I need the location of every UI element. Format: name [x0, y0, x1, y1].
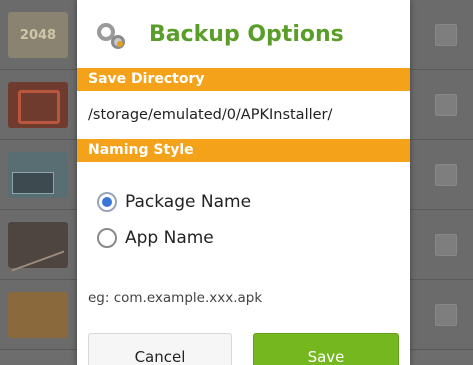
bg-checkbox — [435, 24, 457, 46]
dialog-header: Backup Options — [77, 0, 410, 68]
naming-style-header: Naming Style — [77, 139, 410, 162]
radio-label: Package Name — [125, 192, 252, 212]
save-directory-header: Save Directory — [77, 68, 410, 91]
cancel-button[interactable]: Cancel — [88, 333, 232, 365]
radio-option-package-name[interactable]: Package Name — [97, 184, 410, 220]
naming-example-text: eg: com.example.xxx.apk — [88, 290, 263, 306]
app-thumbnail-package — [8, 292, 68, 338]
radio-option-app-name[interactable]: App Name — [97, 220, 410, 256]
bg-checkbox — [435, 234, 457, 256]
bg-checkbox — [435, 304, 457, 326]
save-button[interactable]: Save — [253, 333, 399, 365]
app-thumbnail-cast — [8, 82, 68, 128]
app-thumbnail-2048: 2048 — [8, 12, 68, 58]
bg-checkbox — [435, 164, 457, 186]
radio-button-selected[interactable] — [97, 192, 117, 212]
dialog-title: Backup Options — [149, 21, 344, 47]
naming-style-radio-group: Package Name App Name — [77, 162, 410, 256]
bg-checkbox — [435, 94, 457, 116]
backup-options-dialog: Backup Options Save Directory /storage/e… — [77, 0, 410, 365]
save-directory-path[interactable]: /storage/emulated/0/APKInstaller/ — [77, 91, 410, 139]
wrench-gear-icon — [95, 17, 129, 51]
app-thumbnail-keyboard — [8, 152, 68, 198]
app-thumbnail-wave — [8, 222, 68, 268]
radio-label: App Name — [125, 228, 214, 248]
radio-button[interactable] — [97, 228, 117, 248]
